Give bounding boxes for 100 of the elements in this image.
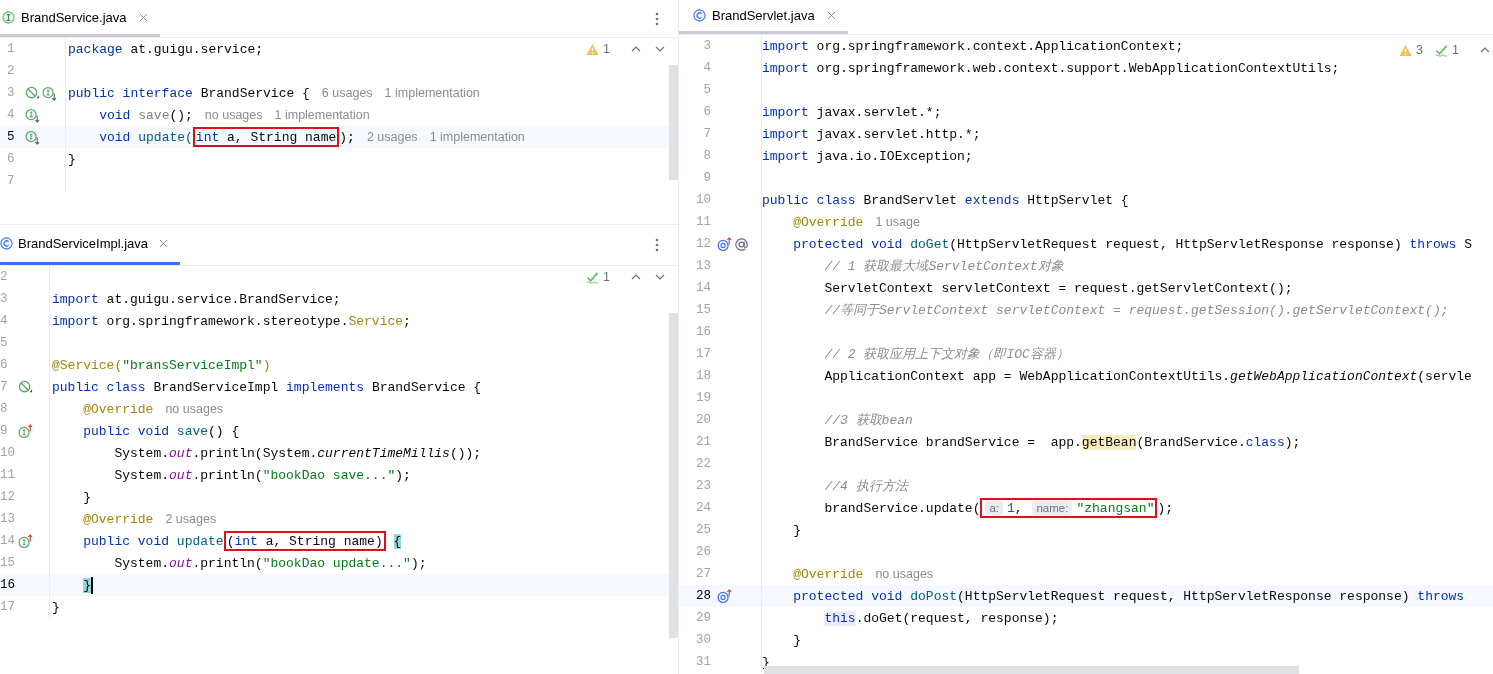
close-icon[interactable]	[138, 12, 148, 22]
warning-icon[interactable]	[586, 42, 600, 56]
close-icon[interactable]	[826, 11, 836, 20]
code-text: {	[392, 533, 402, 549]
line-number: 8	[702, 149, 712, 163]
usage-hint[interactable]: no usages	[204, 108, 263, 122]
code-text: @Override	[82, 401, 154, 417]
code-text: import org.springframework.web.context.support.WebApplicationContextUtils;	[762, 60, 1340, 76]
code-text: import at.guigu.service.BrandService;	[52, 291, 341, 307]
code-text: 1,	[1007, 500, 1024, 516]
code-text: }	[792, 632, 801, 648]
code-text: public class BrandServiceImpl implements BrandService {	[52, 379, 482, 395]
code-text: import javax.servlet.*;	[762, 104, 942, 120]
usage-hint[interactable]: 1 implementation	[384, 86, 480, 100]
line-number: 1	[7, 42, 16, 56]
inspection-count[interactable]: 1	[603, 42, 610, 56]
line-number: 14	[695, 281, 712, 295]
code-text: }	[82, 577, 92, 593]
code-text: brandService.update(	[823, 500, 981, 516]
line-number: 4	[702, 61, 712, 75]
line-number: 24	[695, 501, 712, 515]
code-text: import javax.servlet.http.*;	[762, 126, 981, 142]
usage-hint[interactable]: 1 implementation	[429, 130, 525, 144]
code-text: @Override	[82, 511, 154, 527]
line-number: 2	[0, 270, 9, 284]
line-number: 16	[0, 578, 16, 592]
code-text: public void save() {	[82, 423, 240, 439]
code-text: }	[792, 522, 801, 538]
usage-hint[interactable]: 1 usage	[875, 215, 920, 229]
line-number: 22	[695, 457, 712, 471]
line-number: 6	[702, 105, 712, 119]
code-text: this.doGet(request, response);	[823, 610, 1059, 626]
line-number: 7	[0, 380, 9, 394]
usage-hint[interactable]: 2 usages	[366, 130, 418, 144]
code-text: System.out.println(System.currentTimeMillis());	[113, 445, 482, 461]
scrollbar[interactable]	[669, 313, 678, 638]
line-number: 21	[695, 435, 712, 449]
code-text: public class BrandServlet extends HttpServlet {	[762, 192, 1129, 208]
usage-hint[interactable]: no usages	[875, 567, 934, 581]
code-text: void save();	[98, 107, 193, 123]
line-number: 5	[702, 83, 712, 97]
line-number: 6	[0, 358, 9, 372]
code-text: int a, String name	[195, 129, 337, 145]
line-number: 23	[695, 479, 712, 493]
line-number: 17	[695, 347, 712, 361]
class-icon	[693, 9, 706, 22]
inspection-count[interactable]: 1	[1452, 43, 1459, 57]
editor-tab[interactable]: BrandServiceImpl.java	[0, 225, 181, 265]
line-number: 5	[7, 130, 16, 144]
code-text: }	[52, 599, 60, 615]
more-icon[interactable]	[655, 238, 659, 252]
line-number: 3	[702, 39, 712, 53]
line-number: 29	[695, 611, 712, 625]
at-sign-icon[interactable]	[734, 236, 749, 252]
warning-icon[interactable]	[1399, 43, 1413, 57]
scrollbar[interactable]	[669, 65, 678, 180]
line-number: 3	[0, 292, 9, 306]
code-text: ApplicationContext app = WebApplicationContextUtils.getWebApplicationContext(servle	[823, 368, 1472, 384]
code-text: void update(	[98, 129, 193, 145]
code-text: import org.springframework.context.ApplicationContext;	[762, 38, 1184, 54]
more-icon[interactable]	[655, 11, 659, 26]
code-text: public interface BrandService {	[68, 85, 310, 101]
line-number: 20	[695, 413, 712, 427]
code-text: (int a, String name)	[226, 533, 383, 549]
code-text: // 2 获取应用上下文对象（即IOC容器）	[823, 346, 1069, 363]
no-entry-icon[interactable]	[18, 379, 33, 395]
line-number: 14	[0, 534, 16, 548]
code-text: );	[1157, 500, 1174, 516]
line-number: 16	[695, 325, 712, 339]
check-icon[interactable]	[1435, 43, 1449, 57]
editor-tab[interactable]: BrandServlet.java	[679, 0, 848, 34]
line-number: 4	[7, 108, 16, 122]
code-text: "zhangsan"	[1076, 500, 1155, 516]
line-number: 10	[695, 193, 712, 207]
check-icon[interactable]	[586, 270, 600, 284]
line-number: 27	[695, 567, 712, 581]
usage-hint[interactable]: no usages	[165, 402, 224, 416]
line-number: 25	[695, 523, 712, 537]
line-number: 18	[695, 369, 712, 383]
line-number: 8	[0, 402, 9, 416]
usage-hint[interactable]: 1 implementation	[274, 108, 370, 122]
usage-hint[interactable]: 2 usages	[165, 512, 217, 526]
line-number: 7	[702, 127, 712, 141]
parameter-hint: name:	[1032, 501, 1073, 515]
code-text: );	[339, 129, 355, 145]
editor-tab[interactable]: BrandService.java	[0, 0, 160, 37]
code-text: System.out.println("bookDao update...");	[113, 555, 427, 571]
code-text: //等同于ServletContext servletContext = request.getSession().getServletContext();	[823, 302, 1449, 319]
line-number: 10	[0, 446, 16, 460]
usage-hint[interactable]: 6 usages	[321, 86, 373, 100]
close-icon[interactable]	[159, 239, 169, 248]
inspection-count[interactable]: 3	[1416, 43, 1424, 57]
line-number: 12	[695, 237, 712, 251]
line-number: 17	[0, 600, 16, 614]
code-text: import org.springframework.stereotype.Service;	[52, 313, 411, 329]
inspection-count[interactable]: 1	[603, 270, 610, 284]
line-number: 6	[7, 152, 16, 166]
line-number: 12	[0, 490, 16, 504]
code-text: @Override	[792, 566, 864, 582]
no-entry-icon[interactable]	[25, 85, 40, 101]
